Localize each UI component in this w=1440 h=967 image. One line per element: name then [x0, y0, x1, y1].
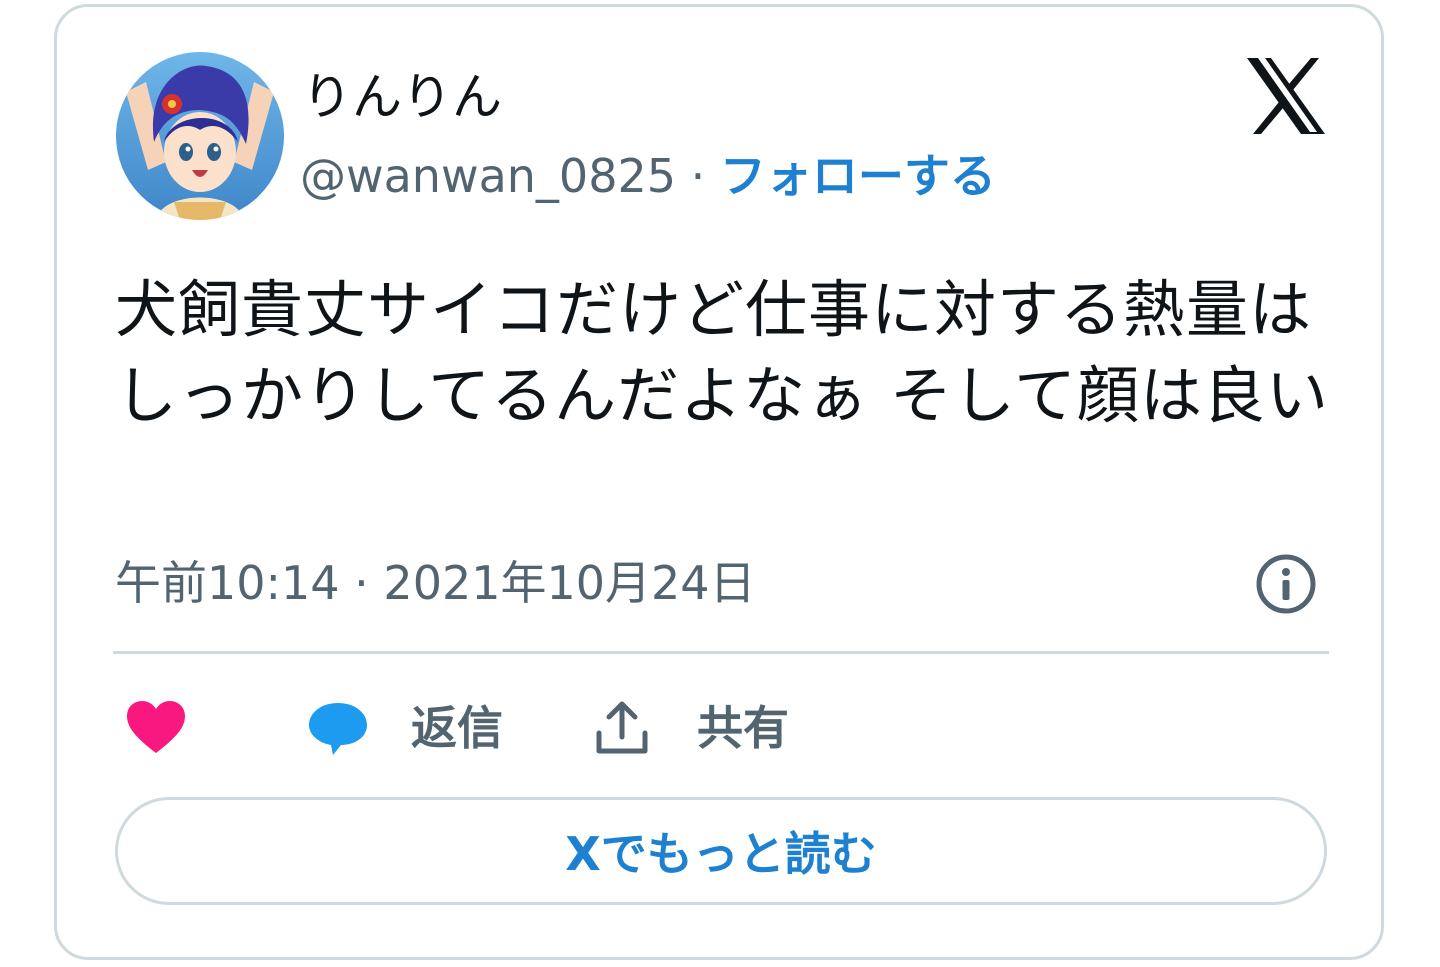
share-upload-icon [596, 701, 648, 754]
x-logo-icon[interactable] [1245, 56, 1327, 136]
reply-label: 返信 [411, 701, 503, 755]
info-icon[interactable] [1255, 553, 1317, 615]
speech-bubble-icon [309, 703, 367, 755]
avatar-image [116, 52, 284, 220]
embedded-tweet-card: りんりん @wanwan_0825 · フォローする 犬飼貴丈サイコだけど仕事に… [54, 4, 1384, 960]
handle-separator: · [676, 149, 720, 203]
tweet-timestamp[interactable]: 午前10:14 · 2021年10月24日 [115, 553, 756, 613]
author-handle-row: @wanwan_0825 · フォローする [300, 146, 996, 206]
read-more-on-x-button[interactable]: Xでもっと読む [115, 797, 1327, 905]
reply-button[interactable]: 返信 [307, 693, 503, 763]
author-handle[interactable]: @wanwan_0825 [300, 149, 676, 203]
heart-icon [127, 701, 185, 753]
tweet-text: 犬飼貴丈サイコだけど仕事に対する熱量はしっかりしてるんだよなぁ そして顔は良い [115, 273, 1329, 432]
read-more-label: Xでもっと読む [565, 827, 877, 881]
avatar[interactable] [116, 52, 284, 220]
follow-button[interactable]: フォローする [720, 149, 996, 203]
like-button[interactable] [125, 693, 187, 763]
author-display-name[interactable]: りんりん [302, 65, 502, 129]
divider [113, 651, 1329, 654]
share-label: 共有 [697, 701, 789, 755]
share-button[interactable]: 共有 [593, 693, 789, 763]
